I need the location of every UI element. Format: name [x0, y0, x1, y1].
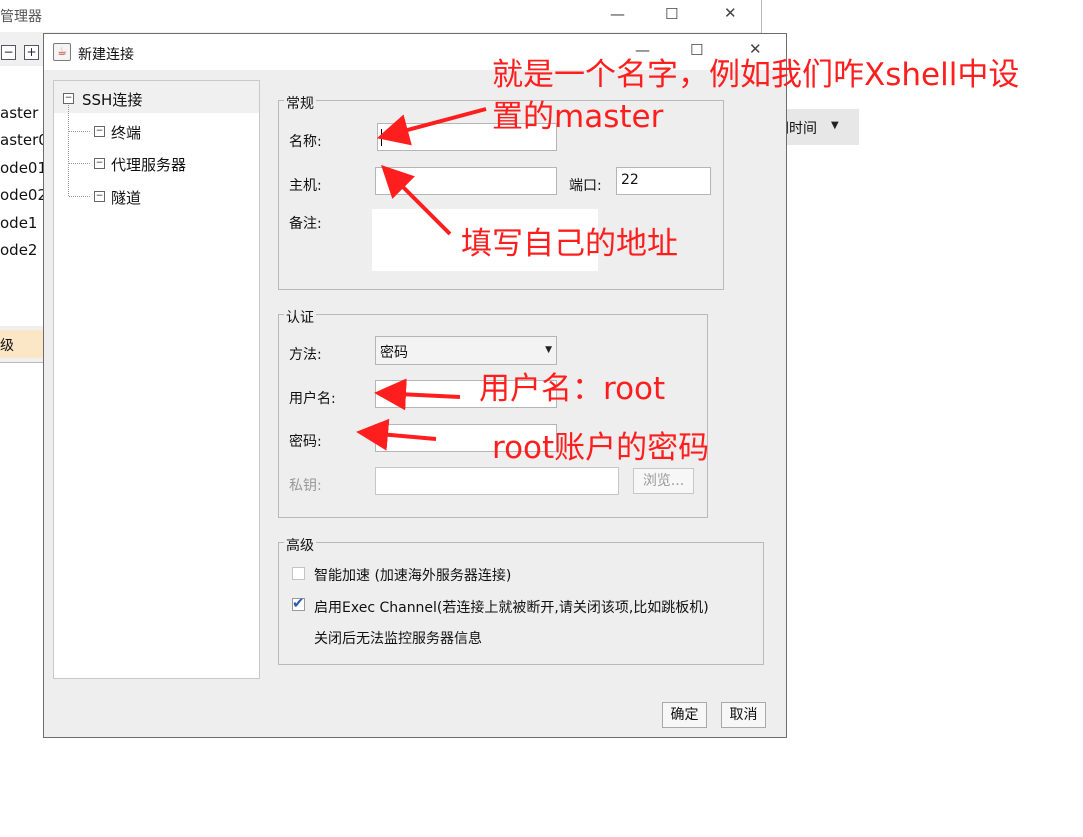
arrow-annotation-icon	[374, 378, 461, 411]
arrow-annotation-icon	[356, 418, 437, 451]
annotation-user-hint: 用户名：root	[479, 371, 666, 407]
annotation-password-hint: root账户的密码	[492, 430, 710, 466]
annotation-name-hint-1: 就是一个名字，例如我们咋Xshell中设	[492, 57, 1020, 93]
annotation-host-hint: 填写自己的地址	[461, 226, 678, 262]
arrow-annotation-icon	[381, 165, 452, 236]
arrow-annotation-icon	[376, 107, 487, 146]
annotation-name-hint-2: 置的master	[492, 99, 664, 135]
